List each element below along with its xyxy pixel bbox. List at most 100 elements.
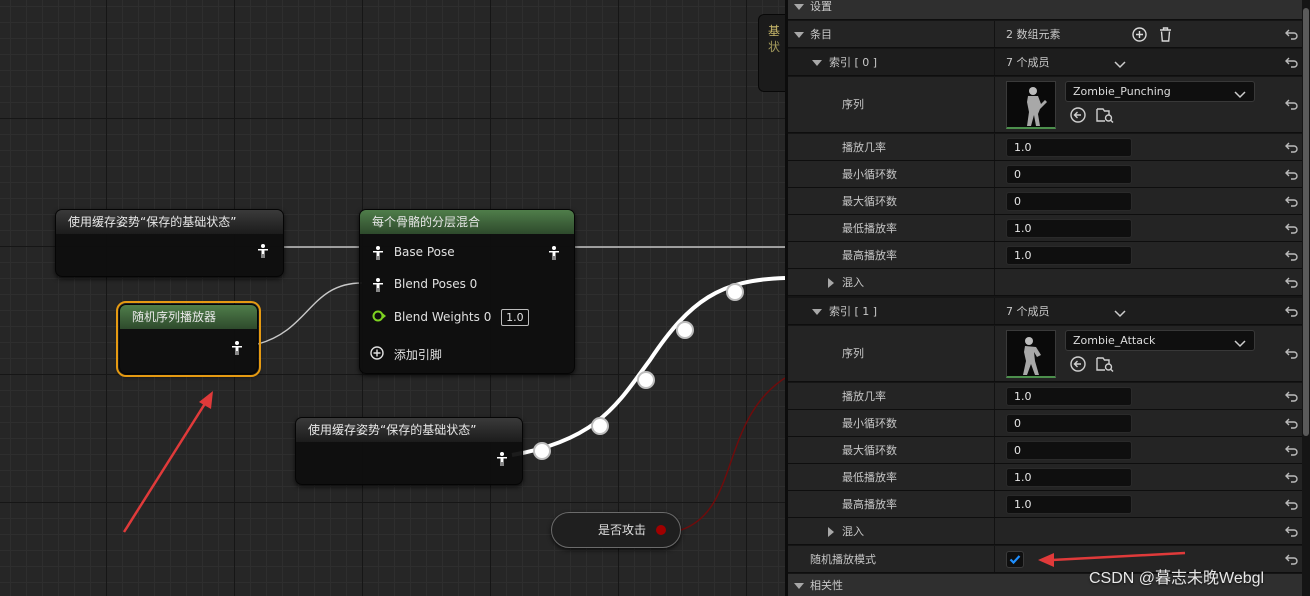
expand-arrow-icon[interactable]: [828, 527, 834, 537]
reset-arrow-icon[interactable]: [1285, 27, 1299, 41]
members-count: 7 个成员: [1006, 56, 1050, 69]
play-rate-input[interactable]: 1.0: [1006, 387, 1132, 406]
delete-trash-icon[interactable]: [1159, 27, 1172, 45]
is-attacking-variable-node[interactable]: 是否攻击: [551, 512, 681, 548]
node-title: 使用缓存姿势“保存的基础状态”: [56, 210, 283, 234]
reset-arrow-icon[interactable]: [1285, 275, 1299, 289]
chevron-down-icon[interactable]: [1114, 58, 1126, 72]
min-loops-input[interactable]: 0: [1006, 165, 1132, 184]
reset-arrow-icon[interactable]: [1285, 140, 1299, 154]
play-rate-row: 播放几率 1.0: [788, 383, 1310, 410]
bool-output-pin[interactable]: [656, 525, 666, 535]
base-pose-pin[interactable]: Base Pose: [372, 242, 455, 262]
min-loops-row: 最小循环数 0: [788, 161, 1310, 188]
min-loops-row: 最小循环数 0: [788, 410, 1310, 437]
collapse-arrow-icon[interactable]: [794, 32, 804, 38]
sequence-row: 序列 Zombie_Punching: [788, 77, 1310, 133]
min-loops-input[interactable]: 0: [1006, 414, 1132, 433]
members-count: 7 个成员: [1006, 305, 1050, 318]
max-play-rate-input[interactable]: 1.0: [1006, 495, 1132, 514]
pose-pin-icon: [372, 277, 384, 292]
field-label: 最低播放率: [842, 471, 897, 484]
reset-arrow-icon[interactable]: [1285, 416, 1299, 430]
browse-folder-icon[interactable]: [1096, 107, 1114, 126]
blend-weights-pin[interactable]: Blend Weights 0 1.0: [372, 307, 529, 327]
sequence-asset-dropdown[interactable]: Zombie_Punching: [1065, 81, 1255, 102]
sequence-label: 序列: [842, 347, 864, 360]
sequence-asset-dropdown[interactable]: Zombie_Attack: [1065, 330, 1255, 351]
blend-in-row[interactable]: 混入: [788, 518, 1310, 545]
pose-pin-icon: [231, 340, 243, 355]
reset-arrow-icon[interactable]: [1285, 55, 1299, 69]
node-title: 随机序列播放器: [120, 305, 257, 329]
float-pin-icon: [372, 308, 386, 328]
array-index-1-row: 索引 [ 1 ] 7 个成员: [788, 298, 1310, 325]
field-label: 混入: [842, 525, 864, 538]
max-loops-input[interactable]: 0: [1006, 441, 1132, 460]
cached-pose-node[interactable]: 使用缓存姿势“保存的基础状态”: [55, 209, 284, 277]
index-label: 索引 [ 0 ]: [829, 56, 878, 69]
reset-arrow-icon[interactable]: [1285, 524, 1299, 538]
category-settings[interactable]: 设置: [788, 0, 1310, 20]
min-play-rate-input[interactable]: 1.0: [1006, 219, 1132, 238]
field-label: 最高播放率: [842, 249, 897, 262]
chevron-down-icon[interactable]: [1114, 307, 1126, 321]
details-panel: 设置 条目 2 数组元素 索引 [ 0 ] 7 个成员 序列 Zombie_Pu…: [785, 0, 1310, 596]
add-circle-icon: [370, 345, 384, 366]
partial-node-text: 基: [768, 24, 781, 38]
sequence-row: 序列 Zombie_Attack: [788, 326, 1310, 382]
pose-output-pin[interactable]: [257, 243, 269, 258]
pose-output-pin[interactable]: [548, 245, 560, 260]
scrollbar-thumb[interactable]: [1303, 8, 1309, 436]
min-play-rate-input[interactable]: 1.0: [1006, 468, 1132, 487]
reset-arrow-icon[interactable]: [1285, 304, 1299, 318]
reset-arrow-icon[interactable]: [1285, 470, 1299, 484]
pose-output-pin[interactable]: [496, 451, 508, 466]
reset-arrow-icon[interactable]: [1285, 194, 1299, 208]
play-rate-row: 播放几率 1.0: [788, 134, 1310, 161]
field-label: 播放几率: [842, 390, 886, 403]
use-selected-arrow-icon[interactable]: [1070, 356, 1086, 375]
random-sequence-player-node[interactable]: 随机序列播放器: [116, 301, 261, 377]
blend-poses-pin[interactable]: Blend Poses 0: [372, 274, 477, 294]
reset-arrow-icon[interactable]: [1285, 443, 1299, 457]
array-index-0-row: 索引 [ 0 ] 7 个成员: [788, 49, 1310, 76]
reset-arrow-icon[interactable]: [1285, 389, 1299, 403]
animation-thumbnail[interactable]: [1006, 330, 1056, 378]
expand-arrow-icon[interactable]: [828, 278, 834, 288]
add-pin-button[interactable]: 添加引脚: [370, 345, 442, 365]
reset-arrow-icon[interactable]: [1285, 167, 1299, 181]
random-play-mode-checkbox[interactable]: [1006, 551, 1024, 568]
layered-blend-per-bone-node[interactable]: 每个骨骼的分层混合 Base Pose Blend Poses 0 Blend …: [359, 209, 575, 374]
category-label: 相关性: [810, 579, 843, 592]
use-selected-arrow-icon[interactable]: [1070, 107, 1086, 126]
animation-thumbnail[interactable]: [1006, 81, 1056, 129]
max-loops-input[interactable]: 0: [1006, 192, 1132, 211]
anim-graph-canvas[interactable]: 基 状 使用缓存姿势“保存的基础状态” 随机序列播放器 每个骨骼的分层混合 Ba…: [0, 0, 785, 596]
reset-arrow-icon[interactable]: [1285, 497, 1299, 511]
collapse-arrow-icon: [794, 583, 804, 589]
reset-arrow-icon[interactable]: [1285, 97, 1299, 111]
reset-arrow-icon[interactable]: [1285, 552, 1299, 566]
pose-output-pin[interactable]: [231, 340, 243, 355]
min-play-rate-row: 最低播放率 1.0: [788, 464, 1310, 491]
collapse-arrow-icon[interactable]: [812, 60, 822, 66]
reset-arrow-icon[interactable]: [1285, 221, 1299, 235]
browse-folder-icon[interactable]: [1096, 356, 1114, 375]
blend-in-row[interactable]: 混入: [788, 269, 1310, 296]
cached-pose-node[interactable]: 使用缓存姿势“保存的基础状态”: [295, 417, 523, 485]
partial-state-node[interactable]: 基 状: [758, 14, 785, 92]
node-title: 每个骨骼的分层混合: [360, 210, 574, 234]
field-label: 最小循环数: [842, 417, 897, 430]
field-label: 最高播放率: [842, 498, 897, 511]
field-label: 随机播放模式: [810, 553, 876, 566]
blend-weight-input[interactable]: 1.0: [501, 309, 529, 326]
play-rate-input[interactable]: 1.0: [1006, 138, 1132, 157]
collapse-arrow-icon[interactable]: [812, 309, 822, 315]
details-scrollbar[interactable]: [1302, 0, 1310, 596]
reset-arrow-icon[interactable]: [1285, 346, 1299, 360]
reset-arrow-icon[interactable]: [1285, 248, 1299, 262]
collapse-arrow-icon: [794, 4, 804, 10]
max-play-rate-input[interactable]: 1.0: [1006, 246, 1132, 265]
add-element-icon[interactable]: [1132, 27, 1147, 45]
